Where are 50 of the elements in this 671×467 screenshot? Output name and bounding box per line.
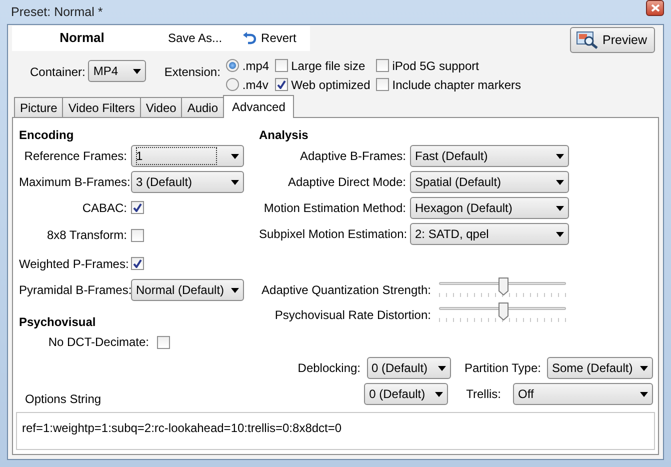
section-heading: Psychovisual [19,314,97,330]
save-as-button[interactable]: Save As... [164,29,226,47]
preset-name: Normal [58,29,106,48]
partition-type-dropdown[interactable]: Some (Default) [547,357,653,379]
tab[interactable]: Advanced [223,95,294,118]
field-label: Weighted P-Frames: [19,256,127,272]
dropdown[interactable]: Normal (Default) [131,279,244,301]
field-label: CABAC: [81,200,127,216]
options-string-label: Options String [25,391,102,408]
field-label: Adaptive Quantization Strength: [260,282,431,298]
deblocking-label: Deblocking: [298,360,360,377]
section-heading: Analysis [259,127,310,143]
field-label: Adaptive B-Frames: [298,148,406,165]
preview-button[interactable]: Preview [570,27,655,53]
checkbox-label: Large file size [291,58,366,74]
field-label: Psychovisual Rate Distortion: [274,306,431,324]
checkbox-label: iPod 5G support [392,58,479,74]
container-dropdown[interactable]: MP4 [88,60,146,82]
partition-type-label: Partition Type: [464,360,541,377]
deblocking-dropdown[interactable]: 0 (Default) [366,357,450,379]
tab[interactable]: Video [140,97,182,117]
extension-label: Extension: [164,64,220,81]
tab[interactable]: Audio [181,97,224,117]
checkbox-label: Web optimized [291,76,370,94]
field-label: Maximum B-Frames: [19,174,127,191]
field-label: No DCT-Decimate: [47,334,149,351]
tab[interactable]: Video Filters [62,97,141,117]
field-label: Reference Frames: [23,148,127,165]
field-label: 8x8 Transform: [46,227,127,244]
container-label: Container: [30,64,86,81]
dropdown[interactable]: 2: SATD, qpel [410,223,569,245]
section-heading: Encoding [19,127,75,143]
checkbox-label: Include chapter markers [392,76,521,94]
field-label: Adaptive Direct Mode: [286,174,406,191]
trellis-dropdown[interactable]: Off [513,383,653,405]
tab[interactable]: Picture [14,97,64,117]
dropdown[interactable]: 3 (Default) [131,171,244,193]
field-label: Motion Estimation Method: [262,200,406,217]
dropdown[interactable]: Spatial (Default) [410,171,569,193]
trellis-label: Trellis: [466,386,501,403]
dropdown[interactable]: 1 [131,145,244,167]
field-label: Subpixel Motion Estimation: [259,226,406,243]
window-title: Preset: Normal * [11,4,103,21]
radio-label: .m4v [242,76,268,94]
radio-label: .mp4 [242,58,270,74]
dropdown[interactable]: Fast (Default) [410,145,569,167]
dropdown[interactable]: Hexagon (Default) [410,197,569,219]
revert-button[interactable]: Revert [238,29,300,47]
options-string-field[interactable]: ref=1:weightp=1:subq=2:rc-lookahead=10:trellis=0:8x8dct=0 [16,412,655,450]
deblocking-dropdown[interactable]: 0 (Default) [364,383,448,405]
